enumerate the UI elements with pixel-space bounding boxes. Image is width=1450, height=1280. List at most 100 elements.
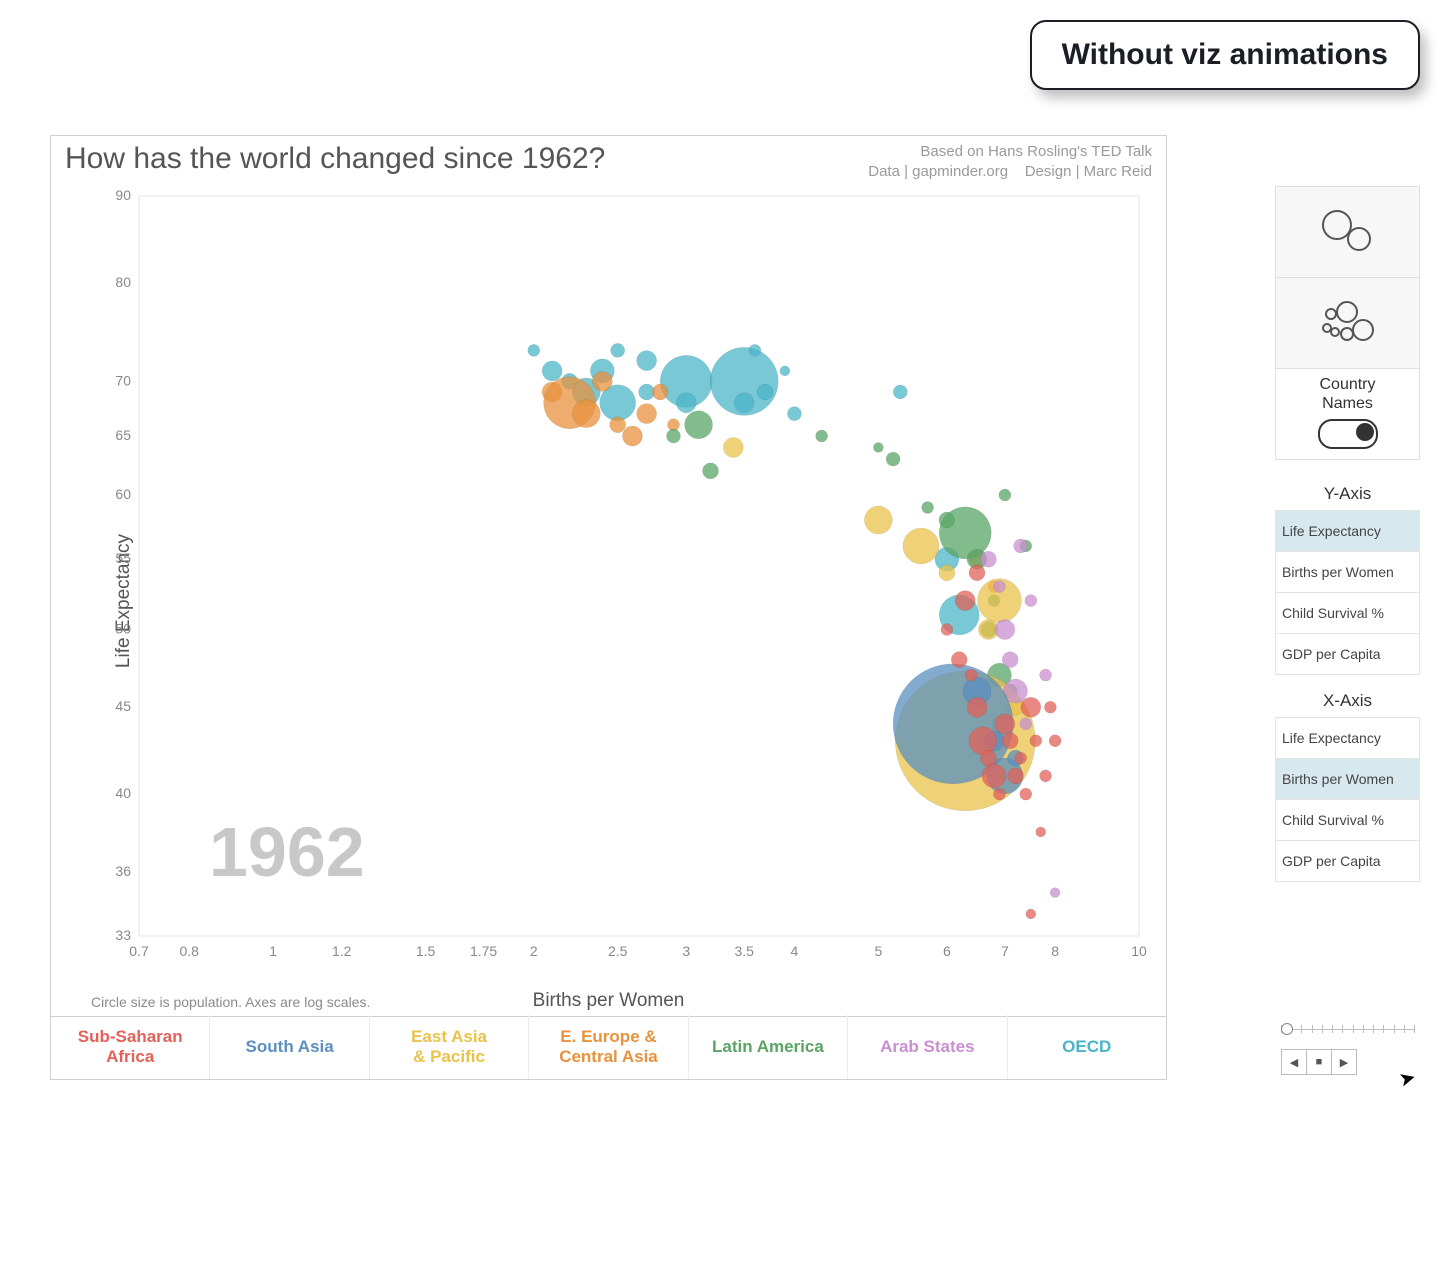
bubble[interactable] [1015,752,1027,764]
bubble[interactable] [611,343,625,357]
bubble[interactable] [993,581,1005,593]
bubble[interactable] [939,507,991,559]
country-names-toggle[interactable] [1318,419,1378,449]
legend-item-6[interactable]: OECD [1008,1015,1166,1079]
bubble[interactable] [886,452,900,466]
bubble[interactable] [903,528,939,564]
bubble[interactable] [982,764,1006,788]
year-slider[interactable] [1281,1019,1414,1037]
bubble[interactable] [757,384,773,400]
bubble[interactable] [969,565,985,581]
bubble[interactable] [993,788,1005,800]
country-names-label-2: Names [1276,394,1419,413]
bubble[interactable] [1026,909,1036,919]
bubble[interactable] [922,501,934,513]
bubble[interactable] [999,489,1011,501]
bubble[interactable] [1025,595,1037,607]
legend-item-2[interactable]: East Asia& Pacific [370,1015,529,1079]
bubble[interactable] [1050,888,1060,898]
stop-button[interactable]: ■ [1307,1049,1332,1075]
bubble[interactable] [637,351,657,371]
bubble[interactable] [965,669,977,681]
bubble[interactable] [967,697,987,717]
bubble[interactable] [816,430,828,442]
bubble[interactable] [1049,735,1061,747]
legend-item-3[interactable]: E. Europe &Central Asia [529,1015,688,1079]
x-axis-option-1[interactable]: Births per Women [1275,759,1420,800]
svg-text:60: 60 [115,486,131,502]
play-button[interactable]: ▶ [1332,1049,1357,1075]
region-legend: Sub-SaharanAfricaSouth AsiaEast Asia& Pa… [50,1015,1167,1080]
bubble[interactable] [610,417,626,433]
bubble[interactable] [1030,735,1042,747]
bubble[interactable] [1040,770,1052,782]
bubble[interactable] [734,393,754,413]
svg-text:1.2: 1.2 [332,943,352,959]
svg-text:7: 7 [1001,943,1009,959]
bubble[interactable] [685,411,713,439]
bubble[interactable] [667,429,681,443]
svg-text:55: 55 [115,550,131,566]
bubble[interactable] [592,371,612,391]
bubble[interactable] [723,437,743,457]
bubble[interactable] [572,400,600,428]
bubble[interactable] [941,624,953,636]
y-axis-option-0[interactable]: Life Expectancy [1275,510,1420,552]
chart-credits: Based on Hans Rosling's TED Talk Data | … [868,142,1152,183]
bubble[interactable] [622,426,642,446]
bubble[interactable] [528,344,540,356]
bubble[interactable] [873,442,883,452]
bubble[interactable] [780,366,790,376]
y-axis-option-1[interactable]: Births per Women [1275,552,1420,593]
svg-text:33: 33 [115,927,131,943]
credits-line-1: Based on Hans Rosling's TED Talk [868,142,1152,162]
legend-item-4[interactable]: Latin America [689,1015,848,1079]
svg-text:0.7: 0.7 [129,943,149,959]
x-axis-option-3[interactable]: GDP per Capita [1275,841,1420,882]
bubble[interactable] [1036,827,1046,837]
bubble[interactable] [893,385,907,399]
prev-button[interactable]: ◀ [1281,1049,1307,1075]
bubble[interactable] [787,407,801,421]
bubble[interactable] [995,714,1015,734]
bubble[interactable] [995,620,1015,640]
svg-text:2.5: 2.5 [608,943,628,959]
bubble[interactable] [1021,697,1041,717]
svg-text:6: 6 [943,943,951,959]
bubble[interactable] [1014,539,1028,553]
bubble[interactable] [749,344,761,356]
bubble[interactable] [652,384,668,400]
bubble[interactable] [1020,788,1032,800]
bubble[interactable] [637,404,657,424]
bubble[interactable] [1040,669,1052,681]
x-axis-option-0[interactable]: Life Expectancy [1275,717,1420,759]
bubble[interactable] [542,361,562,381]
bubble[interactable] [864,506,892,534]
legend-item-5[interactable]: Arab States [848,1015,1007,1079]
y-axis-heading: Y-Axis [1275,478,1420,510]
legend-item-0[interactable]: Sub-SaharanAfrica [51,1015,210,1079]
bubble[interactable] [1007,768,1023,784]
bubble[interactable] [955,591,975,611]
bubble[interactable] [1020,718,1032,730]
bubble[interactable] [703,463,719,479]
bubble[interactable] [939,565,955,581]
bubble[interactable] [676,393,696,413]
svg-text:36: 36 [115,863,131,879]
y-axis-option-3[interactable]: GDP per Capita [1275,634,1420,675]
bubble[interactable] [980,551,996,567]
y-axis-option-2[interactable]: Child Survival % [1275,593,1420,634]
preset-two-circles[interactable] [1275,186,1420,277]
x-axis-option-2[interactable]: Child Survival % [1275,800,1420,841]
bubble[interactable] [969,727,997,755]
legend-item-1[interactable]: South Asia [210,1015,369,1079]
bubble[interactable] [951,652,967,668]
scatter-plot[interactable]: 90807065605550454036330.70.811.21.51.752… [99,186,1149,976]
preset-many-circles[interactable] [1275,277,1420,369]
chart-title: How has the world changed since 1962? [65,142,605,176]
bubble[interactable] [1044,701,1056,713]
slider-thumb[interactable] [1281,1023,1293,1035]
bubble[interactable] [1002,733,1018,749]
svg-text:4: 4 [791,943,799,959]
bubble[interactable] [1002,652,1018,668]
